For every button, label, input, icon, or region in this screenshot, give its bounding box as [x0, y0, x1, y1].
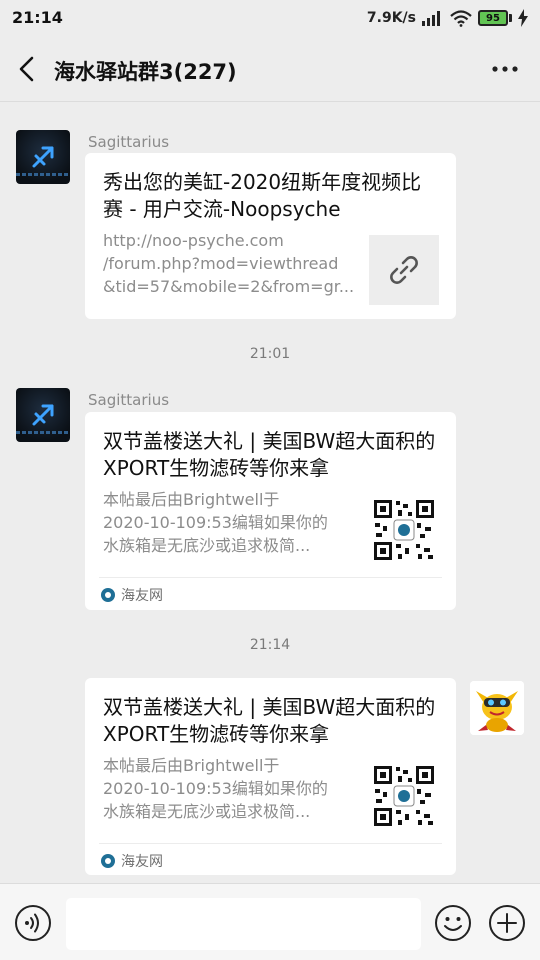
- card-source: 海友网: [101, 585, 163, 605]
- desc-line: 本帖最后由Brightwell于: [103, 490, 280, 509]
- status-time: 21:14: [12, 8, 63, 27]
- time-divider: 21:01: [249, 346, 291, 362]
- desc-line: &tid=57&mobile=2&from=gr...: [103, 277, 353, 296]
- back-button[interactable]: [10, 52, 44, 86]
- card-title: 秀出您的美缸-2020纽斯年度视频比赛 - 用户交流-Noopsyche: [103, 170, 422, 221]
- avatar[interactable]: [16, 388, 70, 442]
- desc-line: /forum.php?mod=viewthread: [103, 254, 339, 273]
- signal-icon: [422, 11, 440, 26]
- qr-code-icon: [372, 764, 436, 828]
- desc-line: 2020-10-109:53编辑如果你的: [103, 779, 328, 798]
- desc-line: 水族箱是无底沙或追求极简...: [103, 536, 311, 555]
- wifi-icon: [450, 9, 472, 27]
- card-thumbnail: [369, 235, 439, 305]
- card-description: 本帖最后由Brightwell于 2020-10-109:53编辑如果你的 水族…: [103, 754, 353, 823]
- link-icon: [390, 256, 418, 284]
- battery-icon: 95: [478, 10, 512, 26]
- sender-name: Sagittarius: [88, 391, 170, 409]
- status-icons: 7.9K/s 95: [367, 8, 528, 28]
- card-source: 海友网: [101, 851, 163, 871]
- chevron-left-icon: [19, 56, 34, 82]
- message-list[interactable]: Sagittarius 秀出您的美缸-2020纽斯年度视频比赛 - 用户交流-N…: [0, 103, 540, 883]
- sender-name: Sagittarius: [88, 133, 170, 151]
- add-icon[interactable]: [488, 904, 526, 942]
- status-bar: 21:14 7.9K/s 95: [0, 0, 540, 36]
- card-description: 本帖最后由Brightwell于 2020-10-109:53编辑如果你的 水族…: [103, 488, 353, 557]
- charging-icon: [518, 9, 528, 27]
- battery-level: 95: [486, 12, 500, 24]
- source-name: 海友网: [121, 588, 163, 604]
- card-divider: [99, 577, 442, 578]
- more-icon: [492, 66, 518, 72]
- time-divider: 21:14: [249, 637, 291, 653]
- avatar[interactable]: [16, 130, 70, 184]
- desc-line: http://noo-psyche.com: [103, 231, 284, 250]
- qr-code-icon: [372, 498, 436, 562]
- link-card[interactable]: 秀出您的美缸-2020纽斯年度视频比赛 - 用户交流-Noopsyche htt…: [85, 153, 456, 319]
- source-app-icon: [101, 588, 115, 602]
- emoji-icon[interactable]: [434, 904, 472, 942]
- voice-icon[interactable]: [14, 904, 52, 942]
- input-bar: [0, 883, 540, 960]
- desc-line: 本帖最后由Brightwell于: [103, 756, 280, 775]
- robot-plane-avatar-icon: [470, 681, 524, 735]
- more-button[interactable]: [488, 56, 522, 82]
- source-name: 海友网: [121, 854, 163, 870]
- card-title: 双节盖楼送大礼 | 美国BW超大面积的XPORT生物滤砖等你来拿: [103, 429, 436, 480]
- chat-title: 海水驿站群3(227): [54, 60, 237, 84]
- avatar[interactable]: [470, 681, 524, 735]
- link-card[interactable]: 双节盖楼送大礼 | 美国BW超大面积的XPORT生物滤砖等你来拿 本帖最后由Br…: [85, 412, 456, 610]
- chat-header: 海水驿站群3(227): [0, 36, 540, 102]
- card-description: http://noo-psyche.com /forum.php?mod=vie…: [103, 229, 353, 298]
- network-speed: 7.9K/s: [366, 10, 416, 26]
- card-title: 双节盖楼送大礼 | 美国BW超大面积的XPORT生物滤砖等你来拿: [103, 695, 436, 746]
- card-divider: [99, 843, 442, 844]
- desc-line: 水族箱是无底沙或追求极简...: [103, 802, 311, 821]
- message-input[interactable]: [66, 898, 421, 950]
- desc-line: 2020-10-109:53编辑如果你的: [103, 513, 328, 532]
- source-app-icon: [101, 854, 115, 868]
- link-card[interactable]: 双节盖楼送大礼 | 美国BW超大面积的XPORT生物滤砖等你来拿 本帖最后由Br…: [85, 678, 456, 875]
